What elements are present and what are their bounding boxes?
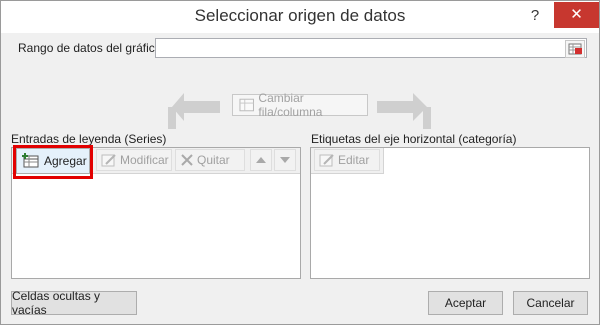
- add-table-icon: [22, 153, 39, 168]
- range-select-icon: [568, 43, 582, 55]
- arrow-right-icon: [377, 93, 431, 129]
- switch-row-column-label: Cambiar fila/columna: [258, 91, 323, 119]
- cancel-button[interactable]: Cancelar: [513, 291, 588, 315]
- ok-label: Aceptar: [444, 296, 487, 310]
- edit-icon: [319, 154, 334, 167]
- axis-labels-panel: Editar: [310, 147, 590, 279]
- triangle-up-icon: [256, 157, 266, 163]
- edit-series-label: Modificar: [120, 153, 169, 167]
- title-bar: Seleccionar origen de datos ? ✕: [1, 1, 599, 33]
- add-series-label: Agregar: [44, 154, 87, 168]
- range-collapse-button[interactable]: [565, 40, 585, 58]
- remove-icon: [181, 154, 193, 166]
- edit-axis-label: Editar: [338, 153, 370, 167]
- close-button[interactable]: ✕: [554, 2, 599, 28]
- chart-range-label-text: Rango de datos del gráfico:: [18, 41, 165, 55]
- switch-row-column-icon: [239, 98, 254, 112]
- cancel-label: Cancelar: [526, 296, 575, 310]
- series-section-label: Entradas de leyenda (Series): [11, 132, 167, 146]
- arrow-left-icon: [168, 93, 220, 129]
- move-down-button[interactable]: [274, 149, 296, 171]
- axis-toolbar: Editar: [311, 148, 384, 174]
- chart-range-input[interactable]: [155, 38, 587, 58]
- edit-icon: [101, 154, 116, 167]
- edit-series-button[interactable]: Modificar: [96, 149, 172, 171]
- dialog-title: Seleccionar origen de datos: [194, 6, 406, 25]
- remove-series-button[interactable]: Quitar: [175, 149, 245, 171]
- help-button[interactable]: ?: [523, 5, 547, 27]
- edit-axis-button[interactable]: Editar: [314, 149, 380, 171]
- ok-button[interactable]: Aceptar: [428, 291, 503, 315]
- switch-row-column-button[interactable]: Cambiar fila/columna: [232, 91, 368, 119]
- hidden-empty-cells-button[interactable]: Celdas ocultas y vacías: [11, 289, 137, 317]
- move-up-button[interactable]: [250, 149, 272, 171]
- remove-series-label: Quitar: [197, 153, 230, 167]
- triangle-down-icon: [280, 157, 290, 163]
- select-data-source-dialog: Seleccionar origen de datos ? ✕ Rango de…: [0, 0, 600, 325]
- axis-section-label: Etiquetas del eje horizontal (categoría): [311, 132, 517, 146]
- hidden-empty-cells-label: Celdas ocultas y vacías: [12, 289, 101, 317]
- chart-range-label: Rango de datos del gráfico:: [18, 41, 165, 55]
- add-series-button[interactable]: Agregar: [16, 148, 90, 174]
